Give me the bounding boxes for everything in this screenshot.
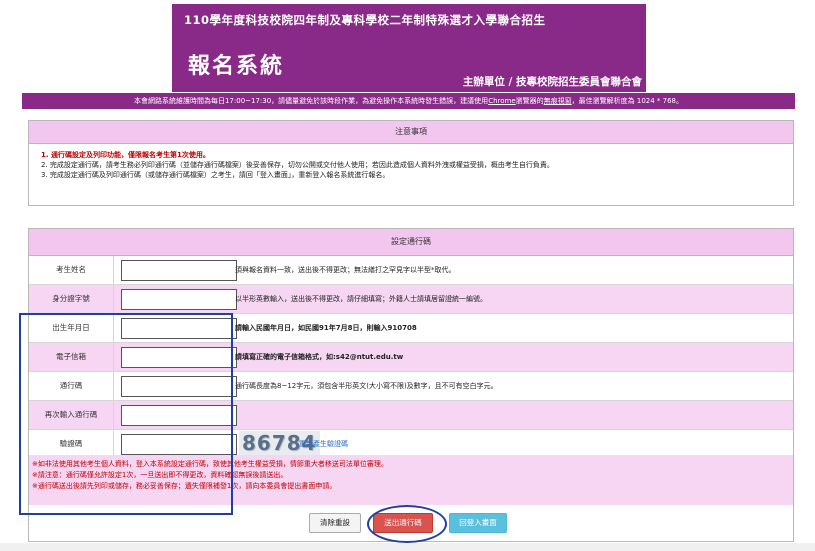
back-to-login-button[interactable]: 回登入畫面 [449, 513, 507, 533]
warning-line: ※如非法使用其他考生個人資料，登入本系統設定通行碼，致使其他考生權益受損，情節重… [32, 460, 388, 468]
password-label: 通行碼 [29, 372, 114, 400]
id-number-label: 身分證字號 [29, 285, 114, 313]
attention-item: 2. 完成設定通行碼，請考生務必列印通行碼（並儲存通行碼檔案）後妥善保存，切勿公… [41, 161, 554, 169]
form-row-email: 電子信箱 請填寫正確的電子信箱格式，如:s42@ntut.edu.tw [29, 343, 793, 372]
clear-button[interactable]: 清除重設 [309, 513, 361, 533]
header-banner: 110學年度科技校院四年制及專科學校二年制特殊選才入學聯合招生 報名系統 主辦單… [172, 4, 646, 92]
notice-text-mid: 瀏覽器的 [515, 97, 544, 105]
form-row-password: 通行碼 通行碼長度為8~12字元，須包含半形英文(大小寫不限)及數字，且不可有空… [29, 372, 793, 401]
captcha-label: 驗證碼 [29, 430, 114, 458]
captcha-refresh-link[interactable]: 重新產生驗證碼 [299, 430, 348, 458]
name-hint: 須與報名資料一致，送出後不得更改；無法繕打之罕見字以半型*取代。 [235, 266, 456, 274]
email-label: 電子信箱 [29, 343, 114, 371]
name-label: 考生姓名 [29, 256, 114, 284]
submit-password-button[interactable]: 送出通行碼 [373, 513, 433, 533]
notice-text-prefix: 本會網路系統維護時間為每日17:00~17:30，請儘量避免於該時段作業，為避免… [133, 97, 489, 105]
attention-list: 1. 通行碼設定及列印功能，僅限報名考生第1次使用。 2. 完成設定通行碼，請考… [41, 150, 793, 180]
form-row-id: 身分證字號 以半形英數輸入，送出後不得更改，請仔細填寫；外籍人士請填居留證統一編… [29, 285, 793, 314]
captcha-input[interactable] [121, 434, 237, 455]
organizer-label: 主辦單位 / 技專校院招生委員會聯合會 [462, 76, 642, 88]
warning-notes: ※如非法使用其他考生個人資料，登入本系統設定通行碼，致使其他考生權益受損，情節重… [29, 455, 793, 505]
birthdate-label: 出生年月日 [29, 314, 114, 342]
name-input[interactable] [121, 260, 237, 281]
exam-title: 110學年度科技校院四年制及專科學校二年制特殊選才入學聯合招生 [184, 13, 546, 27]
incognito-link[interactable]: 無痕視窗 [544, 97, 572, 105]
password-confirm-input[interactable] [121, 405, 237, 426]
attention-panel: 注意事項 1. 通行碼設定及列印功能，僅限報名考生第1次使用。 2. 完成設定通… [28, 120, 794, 206]
chrome-link[interactable]: Chrome [488, 97, 515, 105]
id-number-hint: 以半形英數輸入，送出後不得更改，請仔細填寫；外籍人士請填居留證統一編號。 [235, 295, 487, 303]
system-notice-bar: 本會網路系統維護時間為每日17:00~17:30，請儘量避免於該時段作業，為避免… [22, 93, 795, 109]
set-password-form: 設定通行碼 考生姓名 須與報名資料一致，送出後不得更改；無法繕打之罕見字以半型*… [28, 228, 794, 542]
email-hint: 請填寫正確的電子信箱格式，如:s42@ntut.edu.tw [235, 353, 404, 361]
password-hint: 通行碼長度為8~12字元，須包含半形英文(大小寫不限)及數字，且不可有空白字元。 [235, 382, 498, 390]
notice-text-suffix: ，最佳瀏覽解析度為 1024 * 768。 [571, 97, 684, 105]
birthdate-hint: 請輸入民國年月日，如民國91年7月8日，則輸入910708 [235, 324, 417, 332]
form-row-birthdate: 出生年月日 請輸入民國年月日，如民國91年7月8日，則輸入910708 [29, 314, 793, 343]
birthdate-input[interactable] [121, 318, 237, 339]
form-row-name: 考生姓名 須與報名資料一致，送出後不得更改；無法繕打之罕見字以半型*取代。 [29, 256, 793, 285]
page-bottom-strip [0, 543, 815, 551]
attention-item: 3. 完成設定通行碼及列印通行碼（或儲存通行碼檔案）之考生，請回「登入畫面」，重… [41, 171, 390, 179]
page-title: 報名系統 [188, 54, 285, 79]
form-actions: 清除重設 送出通行碼 回登入畫面 [29, 507, 793, 539]
password-input[interactable] [121, 376, 237, 397]
attention-heading: 注意事項 [29, 121, 793, 144]
email-input[interactable] [121, 347, 237, 368]
password-confirm-label: 再次輸入通行碼 [29, 401, 114, 429]
form-row-password-confirm: 再次輸入通行碼 [29, 401, 793, 430]
attention-item: 1. 通行碼設定及列印功能，僅限報名考生第1次使用。 [41, 151, 210, 159]
form-heading: 設定通行碼 [29, 229, 793, 256]
warning-line: ※通行碼送出後請先列印或儲存，務必妥善保存；遺失僅限補發1次，請向本委員會提出書… [32, 482, 337, 490]
id-number-input[interactable] [121, 289, 237, 310]
warning-line: ※請注意：通行碼僅允許設定1次，一旦送出即不得更改，資料確認無誤後請送出。 [32, 471, 288, 479]
